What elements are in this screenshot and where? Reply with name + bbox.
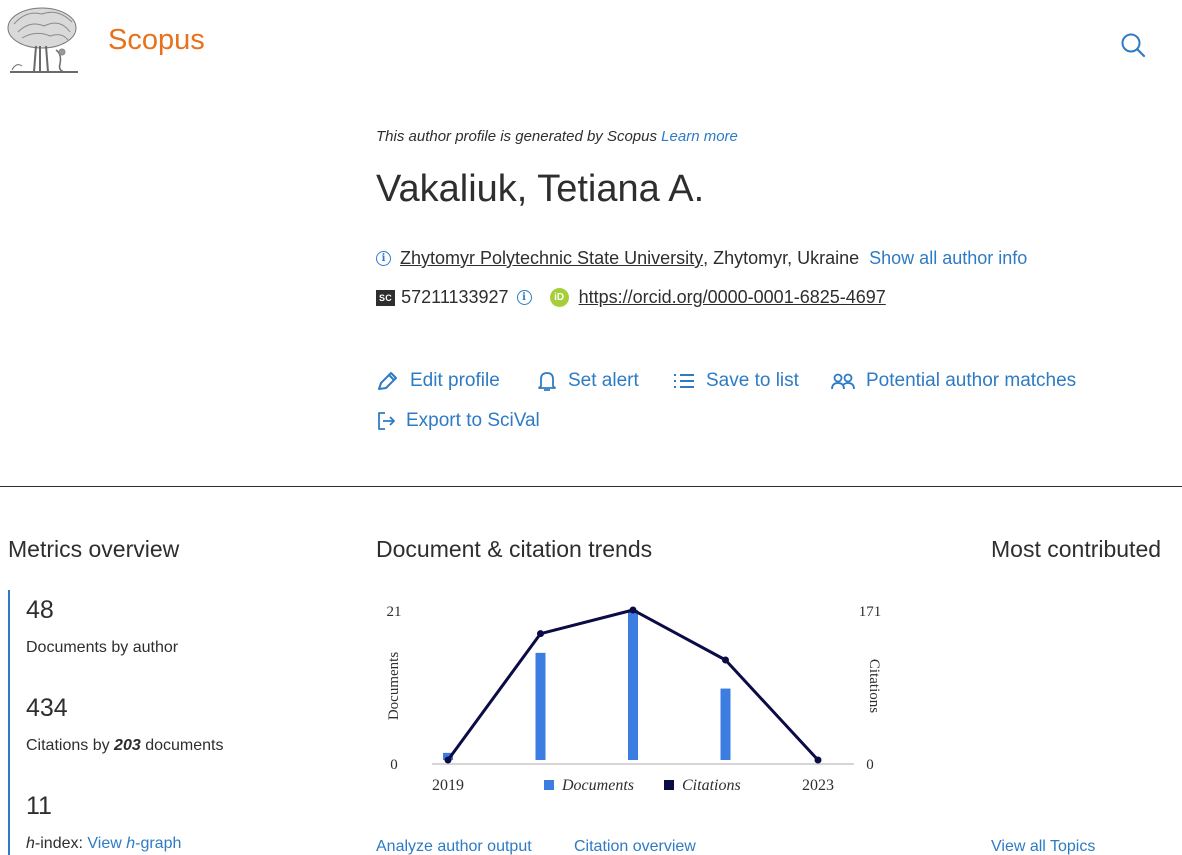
analyze-author-output-link[interactable]: Analyze author output (376, 838, 532, 855)
elsevier-tree-logo-icon[interactable] (6, 6, 82, 78)
scopus-id-badge: SC (376, 289, 396, 306)
documents-bar (720, 688, 731, 760)
legend-documents-label: Documents (561, 777, 634, 794)
citations-count: 434 (26, 694, 68, 722)
export-to-scival-button[interactable]: Export to SciVal (376, 410, 540, 432)
potential-author-matches-label: Potential author matches (866, 370, 1077, 391)
citations-point (537, 630, 544, 638)
trend-chart-svg: 21 0 171 0 Documents Citations 2019 2023 Documen… (386, 604, 882, 794)
scopus-id-info-icon[interactable]: i (516, 290, 532, 305)
metrics-overview-title: Metrics overview (8, 536, 180, 562)
right-axis-title: Citations (866, 659, 882, 713)
scopus-brand[interactable]: Scopus (108, 24, 205, 57)
x-tick-label: 2019 (432, 777, 464, 794)
set-alert-button[interactable]: Set alert (536, 370, 639, 392)
citations-doc-count: 203 (114, 737, 141, 754)
edit-profile-button[interactable]: Edit profile (376, 370, 500, 392)
affiliation-location: , Zhytomyr, Ukraine (703, 248, 860, 268)
profile-generated-note: This author profile is generated by Scop… (376, 128, 1156, 145)
left-tick-label: 21 (387, 604, 402, 620)
potential-author-matches-button[interactable]: Potential author matches (830, 370, 1076, 392)
edit-profile-label: Edit profile (410, 370, 500, 391)
info-icon[interactable]: i (376, 251, 391, 266)
documents-count: 48 (26, 596, 54, 624)
metrics-overview-panel: 48 Documents by author 434 Citations by … (8, 590, 338, 855)
citation-overview-link[interactable]: Citation overview (574, 838, 696, 855)
affiliation-row: i Zhytomyr Polytechnic State University … (376, 248, 1027, 269)
h-letter: h (26, 835, 35, 852)
documents-bar (535, 652, 546, 760)
documents-label: Documents by author (26, 639, 179, 656)
affiliation-link[interactable]: Zhytomyr Polytechnic State University (400, 248, 703, 269)
top-header: Scopus (0, 0, 1182, 90)
orcid-link[interactable]: https://orcid.org/0000-0001-6825-4697 (579, 287, 886, 308)
show-all-author-info-link[interactable]: Show all author info (869, 248, 1027, 269)
note-text: This author profile is generated by Scop… (376, 128, 657, 145)
search-icon[interactable] (1118, 30, 1150, 62)
trends-title: Document & citation trends (376, 536, 653, 562)
citations-label: Citations by 203 documents (26, 737, 223, 755)
people-icon (831, 373, 855, 390)
orcid-icon: iD (549, 288, 569, 307)
view-h-graph-link[interactable]: View h-graph (87, 835, 181, 852)
learn-more-link[interactable]: Learn more (661, 128, 738, 145)
h-index-value: 11 (26, 792, 52, 820)
legend-citations-label: Citations (682, 777, 741, 794)
view-h-graph-h: h (126, 835, 136, 852)
left-axis-title: Documents (386, 652, 402, 720)
x-tick-label: 2023 (802, 777, 834, 794)
h-index-label: h-index: View h-graph (26, 835, 181, 853)
scopus-author-id: 57211133927 (401, 287, 509, 307)
citations-point (629, 606, 637, 614)
set-alert-label: Set alert (568, 370, 639, 391)
right-tick-label: 0 (866, 757, 874, 773)
pencil-icon (378, 372, 397, 390)
legend-citations-swatch (664, 780, 674, 790)
legend-documents-swatch (544, 780, 554, 790)
most-contributed-title: Most contributed (991, 536, 1162, 562)
export-to-scival-label: Export to SciVal (406, 410, 540, 431)
bell-icon (538, 372, 556, 391)
h-index-text: -index: (34, 835, 88, 852)
section-divider (0, 486, 1182, 487)
left-tick-label: 0 (390, 757, 398, 773)
author-profile: This author profile is generated by Scop… (376, 128, 1156, 431)
export-icon (378, 412, 395, 430)
save-to-list-button[interactable]: Save to list (672, 370, 799, 392)
document-citation-chart: 21 0 171 0 Documents Citations 2019 2023 Documen… (376, 596, 896, 855)
view-all-topics-link[interactable]: View all Topics (991, 838, 1095, 855)
citations-point (722, 656, 729, 664)
view-h-graph-suffix: -graph (135, 835, 182, 852)
list-icon (674, 374, 694, 388)
citations-label-suffix: documents (140, 737, 224, 754)
documents-bar (628, 610, 638, 760)
identifiers-row: SC 57211133927 i iD https://orcid.org/00… (376, 287, 886, 308)
citations-point (814, 756, 822, 764)
right-tick-label: 171 (859, 604, 882, 620)
citations-point (444, 756, 452, 764)
citations-label-prefix: Citations by (26, 737, 115, 754)
save-to-list-label: Save to list (706, 370, 799, 391)
author-name: Vakaliuk, Tetiana A. (376, 168, 705, 210)
view-h-graph-prefix: View (87, 835, 127, 852)
